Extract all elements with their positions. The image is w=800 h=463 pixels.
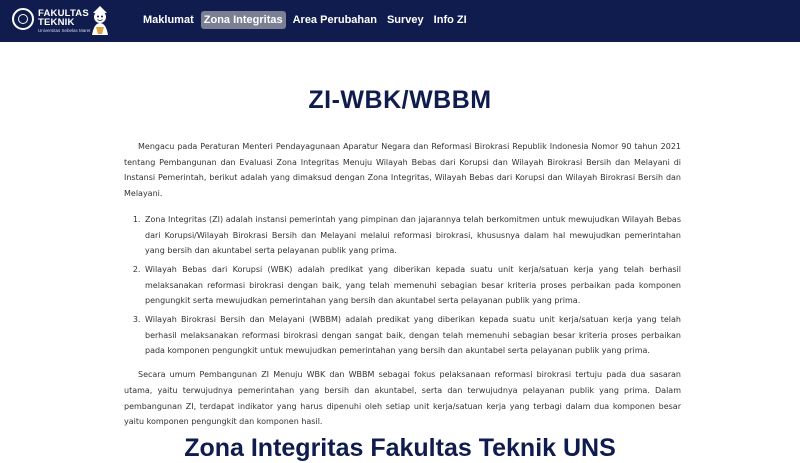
intro-paragraph: Mengacu pada Peraturan Menteri Pendayagu… xyxy=(124,142,681,199)
nav-survey[interactable]: Survey xyxy=(384,11,427,29)
main-nav: Maklumat Zona Integritas Area Perubahan … xyxy=(140,11,470,29)
nav-zona-integritas[interactable]: Zona Integritas xyxy=(200,11,286,29)
definition-wbk: Wilayah Bebas dari Korupsi (WBK) adalah … xyxy=(143,262,681,309)
section-heading: Zona Integritas Fakultas Teknik UNS xyxy=(184,434,616,462)
brand-subtitle: Universitas Sebelas Maret xyxy=(38,28,91,33)
main-content: Mengacu pada Peraturan Menteri Pendayagu… xyxy=(124,139,681,430)
definition-list: Zona Integritas (ZI) adalah instansi pem… xyxy=(124,212,681,359)
nav-area-perubahan[interactable]: Area Perubahan xyxy=(290,11,380,29)
mascot-icon xyxy=(92,6,108,35)
nav-info-zi[interactable]: Info ZI xyxy=(431,11,470,29)
top-navbar: FAKULTAS TEKNIK Universitas Sebelas Mare… xyxy=(0,0,800,42)
definition-zi: Zona Integritas (ZI) adalah instansi pem… xyxy=(143,212,681,259)
brand-name[interactable]: FAKULTAS TEKNIK xyxy=(38,9,89,28)
university-seal-icon[interactable] xyxy=(12,8,34,30)
closing-paragraph: Secara umum Pembangunan ZI Menuju WBK da… xyxy=(124,370,681,427)
definition-wbbm: Wilayah Birokrasi Bersih dan Melayani (W… xyxy=(143,312,681,359)
nav-maklumat[interactable]: Maklumat xyxy=(140,11,197,29)
page-title: ZI-WBK/WBBM xyxy=(308,86,492,114)
brand-title-line2: TEKNIK xyxy=(38,17,75,28)
